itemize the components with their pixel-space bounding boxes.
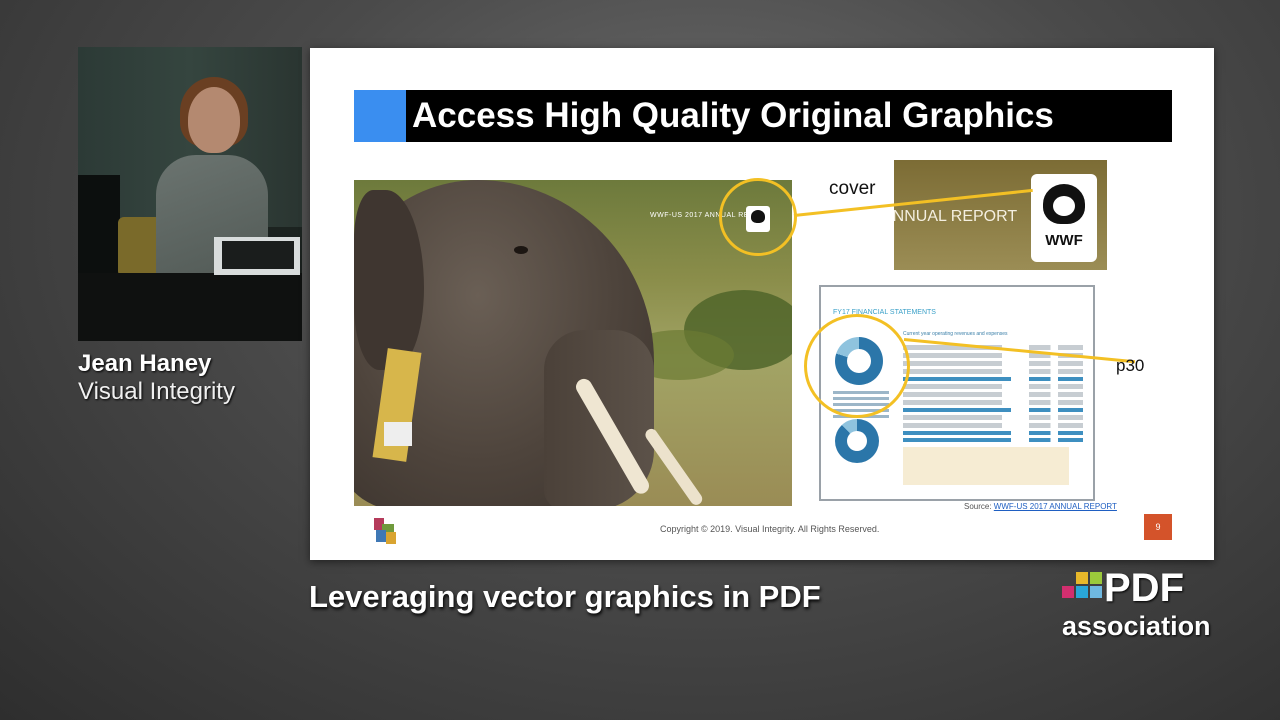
- p30-highlight-circle: [804, 314, 910, 418]
- source-prefix: Source:: [964, 502, 994, 511]
- slide-title-bar: Access High Quality Original Graphics: [354, 90, 1172, 142]
- title-accent-block: [354, 90, 406, 142]
- speaker-face: [188, 87, 240, 153]
- slide-title: Access High Quality Original Graphics: [412, 96, 1054, 135]
- financial-subtitle: Current year operating revenues and expe…: [903, 331, 1008, 337]
- talk-caption: Leveraging vector graphics in PDF: [309, 579, 821, 614]
- source-link[interactable]: WWF-US 2017 ANNUAL REPORT: [994, 502, 1117, 511]
- speaker-organization: Visual Integrity: [78, 378, 235, 405]
- logo-association-text: association: [1062, 611, 1211, 641]
- presentation-slide: Access High Quality Original Graphics WW…: [310, 48, 1214, 560]
- cover-thumb-text: ANNUAL REPORT: [894, 208, 1018, 225]
- wwf-panda-logo-icon: WWF: [1031, 174, 1097, 262]
- source-citation: Source: WWF-US 2017 ANNUAL REPORT: [964, 502, 1117, 511]
- slide-page-number: 9: [1144, 514, 1172, 540]
- visual-integrity-logo-icon: [374, 518, 396, 544]
- p30-callout-label: p30: [1116, 356, 1145, 375]
- logo-pdf-text: PDF: [1104, 566, 1184, 610]
- wwf-logo-text: WWF: [1045, 232, 1083, 249]
- operating-expense-donut: [835, 419, 879, 463]
- slide-copyright: Copyright © 2019. Visual Integrity. All …: [660, 524, 880, 534]
- video-podium: [78, 273, 302, 341]
- financial-note-box: [903, 447, 1069, 485]
- speaker-video: [78, 47, 302, 341]
- pdf-association-logo: PDF association: [1062, 566, 1212, 644]
- cover-callout-label: cover: [829, 178, 876, 199]
- video-monitor: [214, 237, 300, 275]
- cover-highlight-circle: [719, 178, 797, 256]
- speaker-name: Jean Haney: [78, 350, 212, 377]
- cover-zoom-thumbnail: ANNUAL REPORT WWF: [894, 160, 1107, 270]
- financial-table: [903, 345, 1083, 445]
